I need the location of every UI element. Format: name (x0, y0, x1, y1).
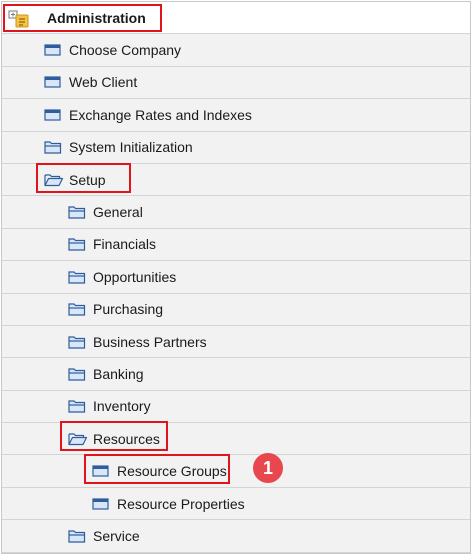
tree-item-label: Opportunities (93, 268, 177, 285)
tree-item-resources[interactable]: Resources (2, 423, 470, 456)
tree-item-inventory[interactable]: Inventory (2, 390, 470, 424)
tree-item-label: Resource Properties (117, 495, 245, 512)
tree-item-banking[interactable]: Banking (2, 358, 470, 391)
tree-item-label: Administration (47, 9, 146, 26)
administration-module-icon (8, 10, 30, 28)
folder-closed-icon (68, 366, 86, 382)
folder-closed-icon (44, 139, 62, 155)
tree-item-web-client[interactable]: Web Client (2, 66, 470, 100)
folder-closed-icon (68, 204, 86, 220)
step-badge: 1 (253, 453, 283, 483)
tree-item-label: Financials (93, 236, 157, 253)
folder-closed-icon (68, 301, 86, 317)
tree-item-label: System Initialization (69, 139, 193, 156)
tree-item-setup[interactable]: Setup (2, 163, 470, 197)
tree-item-resource-groups[interactable]: Resource Groups (2, 455, 470, 488)
tree-item-administration[interactable]: Administration (2, 2, 470, 35)
tree-item-financials[interactable]: Financials (2, 228, 470, 262)
tree-item-label: Purchasing (93, 301, 164, 318)
window-icon (92, 496, 110, 512)
tree-item-label: Choose Company (69, 42, 182, 59)
tree-item-label: Setup (69, 171, 106, 188)
tree-item-service[interactable]: Service (2, 520, 470, 553)
tree-item-label: Service (93, 527, 140, 544)
tree-item-label: Resource Groups (117, 463, 227, 480)
tree-item-label: Exchange Rates and Indexes (69, 106, 252, 123)
window-icon (44, 107, 62, 123)
tree-item-label: Web Client (69, 74, 138, 91)
tree-item-label: Banking (93, 365, 144, 382)
tree-item-business-partners[interactable]: Business Partners (2, 325, 470, 359)
tree-item-exchange-rates[interactable]: Exchange Rates and Indexes (2, 99, 470, 132)
administration-tree-panel: Administration Choose Company Web Client (1, 1, 471, 554)
tree-item-label: Inventory (93, 398, 151, 415)
folder-closed-icon (68, 269, 86, 285)
tree-item-label: Resources (93, 430, 160, 447)
window-icon (44, 42, 62, 58)
tree-item-label: General (93, 204, 143, 221)
folder-closed-icon (68, 236, 86, 252)
tree-item-system-initialization[interactable]: System Initialization (2, 131, 470, 164)
tree-item-resource-properties[interactable]: Resource Properties (2, 487, 470, 521)
folder-open-icon (44, 172, 64, 188)
folder-closed-icon (68, 334, 86, 350)
tree-item-purchasing[interactable]: Purchasing (2, 293, 470, 326)
window-icon (92, 463, 110, 479)
folder-open-icon (68, 431, 88, 447)
tree-item-general[interactable]: General (2, 196, 470, 229)
tree-item-opportunities[interactable]: Opportunities (2, 261, 470, 294)
window-icon (44, 74, 62, 90)
folder-closed-icon (68, 528, 86, 544)
folder-closed-icon (68, 398, 86, 414)
tree-item-choose-company[interactable]: Choose Company (2, 34, 470, 67)
module-tree: Administration Choose Company Web Client (2, 2, 470, 553)
tree-item-label: Business Partners (93, 333, 207, 350)
